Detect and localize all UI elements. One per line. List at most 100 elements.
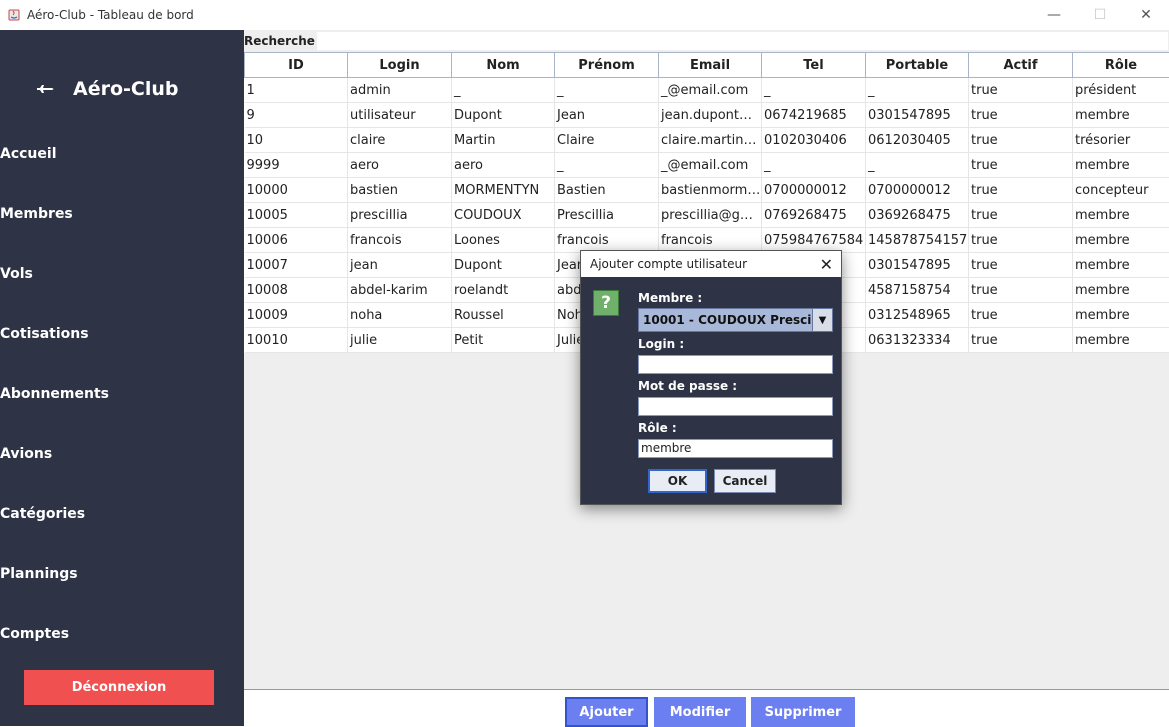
table-cell[interactable]: francois (659, 228, 762, 253)
table-cell[interactable]: membre (1073, 228, 1169, 253)
add-button[interactable]: Ajouter (565, 697, 648, 727)
table-cell[interactable]: _ (452, 78, 555, 103)
search-input[interactable] (316, 31, 1169, 51)
table-cell[interactable]: 0301547895 (866, 103, 969, 128)
table-cell[interactable]: membre (1073, 203, 1169, 228)
table-cell[interactable]: jean (348, 253, 452, 278)
table-cell[interactable]: 10008 (245, 278, 348, 303)
table-cell[interactable]: true (969, 203, 1073, 228)
table-cell[interactable]: jean.dupont@... (659, 103, 762, 128)
table-cell[interactable]: 10005 (245, 203, 348, 228)
password-field[interactable] (638, 397, 833, 416)
table-cell[interactable]: true (969, 78, 1073, 103)
table-cell[interactable]: 0312548965 (866, 303, 969, 328)
table-cell[interactable]: MORMENTYN (452, 178, 555, 203)
table-cell[interactable]: aero (348, 153, 452, 178)
table-cell[interactable]: _ (866, 153, 969, 178)
table-cell[interactable]: _ (555, 78, 659, 103)
table-cell[interactable]: claire (348, 128, 452, 153)
table-cell[interactable]: 0631323334 (866, 328, 969, 353)
table-cell[interactable]: true (969, 278, 1073, 303)
table-cell[interactable]: 10000 (245, 178, 348, 203)
table-cell[interactable]: 10010 (245, 328, 348, 353)
table-cell[interactable]: Jean (555, 103, 659, 128)
table-cell[interactable]: 10 (245, 128, 348, 153)
column-header-role[interactable]: Rôle (1073, 53, 1169, 78)
sidebar-item-vols[interactable]: Vols (0, 266, 33, 282)
table-cell[interactable]: 10006 (245, 228, 348, 253)
table-cell[interactable]: 0301547895 (866, 253, 969, 278)
sidebar-item-categories[interactable]: Catégories (0, 506, 85, 522)
table-cell[interactable]: trésorier (1073, 128, 1169, 153)
table-row[interactable]: 10006francoisLoonesfrancoisfrancois07598… (245, 228, 1169, 253)
table-cell[interactable]: membre (1073, 278, 1169, 303)
login-field[interactable] (638, 355, 833, 374)
sidebar-item-avions[interactable]: Avions (0, 446, 52, 462)
table-cell[interactable]: COUDOUX (452, 203, 555, 228)
table-cell[interactable]: 1 (245, 78, 348, 103)
table-cell[interactable]: Prescillia (555, 203, 659, 228)
table-cell[interactable]: 9999 (245, 153, 348, 178)
table-cell[interactable]: aero (452, 153, 555, 178)
table-cell[interactable]: prescillia@gma... (659, 203, 762, 228)
table-cell[interactable]: Bastien (555, 178, 659, 203)
column-header-login[interactable]: Login (348, 53, 452, 78)
table-cell[interactable]: 075984767584 (762, 228, 866, 253)
table-cell[interactable]: Martin (452, 128, 555, 153)
table-cell[interactable]: Claire (555, 128, 659, 153)
table-cell[interactable]: Loones (452, 228, 555, 253)
member-select[interactable]: 10001 - COUDOUX Prescillia ▼ (638, 308, 833, 332)
table-cell[interactable]: _@email.com (659, 78, 762, 103)
table-cell[interactable]: bastienmorme... (659, 178, 762, 203)
column-header-portable[interactable]: Portable (866, 53, 969, 78)
table-cell[interactable]: concepteur (1073, 178, 1169, 203)
table-cell[interactable]: Roussel (452, 303, 555, 328)
table-cell[interactable]: true (969, 153, 1073, 178)
table-cell[interactable]: true (969, 103, 1073, 128)
role-field[interactable]: membre (638, 439, 833, 458)
sidebar-item-plannings[interactable]: Plannings (0, 566, 78, 582)
minimize-button[interactable]: — (1031, 0, 1077, 30)
table-cell[interactable]: 0612030405 (866, 128, 969, 153)
ok-button[interactable]: OK (648, 469, 707, 493)
table-cell[interactable]: 0102030406 (762, 128, 866, 153)
table-cell[interactable]: francois (555, 228, 659, 253)
table-cell[interactable]: admin (348, 78, 452, 103)
table-cell[interactable]: claire.martin@... (659, 128, 762, 153)
table-cell[interactable]: true (969, 128, 1073, 153)
table-cell[interactable]: membre (1073, 328, 1169, 353)
sidebar-item-cotisations[interactable]: Cotisations (0, 326, 89, 342)
table-cell[interactable]: _ (762, 78, 866, 103)
table-cell[interactable]: 9 (245, 103, 348, 128)
table-cell[interactable]: true (969, 253, 1073, 278)
table-cell[interactable]: 10009 (245, 303, 348, 328)
table-cell[interactable]: membre (1073, 253, 1169, 278)
table-cell[interactable]: Dupont (452, 103, 555, 128)
column-header-nom[interactable]: Nom (452, 53, 555, 78)
table-row[interactable]: 9999aeroaero__@email.com__truemembre (245, 153, 1169, 178)
sidebar-item-accueil[interactable]: Accueil (0, 146, 57, 162)
table-cell[interactable]: 0769268475 (762, 203, 866, 228)
column-header-tel[interactable]: Tel (762, 53, 866, 78)
chevron-down-icon[interactable]: ▼ (812, 309, 832, 331)
table-cell[interactable]: _ (866, 78, 969, 103)
table-cell[interactable]: true (969, 228, 1073, 253)
maximize-button[interactable]: ☐ (1077, 0, 1123, 30)
table-cell[interactable]: true (969, 328, 1073, 353)
table-cell[interactable]: _@email.com (659, 153, 762, 178)
table-cell[interactable]: _ (555, 153, 659, 178)
sidebar-item-membres[interactable]: Membres (0, 206, 73, 222)
table-cell[interactable]: 10007 (245, 253, 348, 278)
table-cell[interactable]: membre (1073, 303, 1169, 328)
logout-button[interactable]: Déconnexion (24, 670, 214, 705)
table-cell[interactable]: prescillia (348, 203, 452, 228)
column-header-id[interactable]: ID (245, 53, 348, 78)
table-row[interactable]: 10000bastienMORMENTYNBastienbastienmorme… (245, 178, 1169, 203)
table-cell[interactable]: _ (762, 153, 866, 178)
table-row[interactable]: 10claireMartinClaireclaire.martin@...010… (245, 128, 1169, 153)
cancel-button[interactable]: Cancel (714, 469, 776, 493)
column-header-prenom[interactable]: Prénom (555, 53, 659, 78)
table-cell[interactable]: abdel-karim (348, 278, 452, 303)
column-header-email[interactable]: Email (659, 53, 762, 78)
table-cell[interactable]: 0700000012 (866, 178, 969, 203)
